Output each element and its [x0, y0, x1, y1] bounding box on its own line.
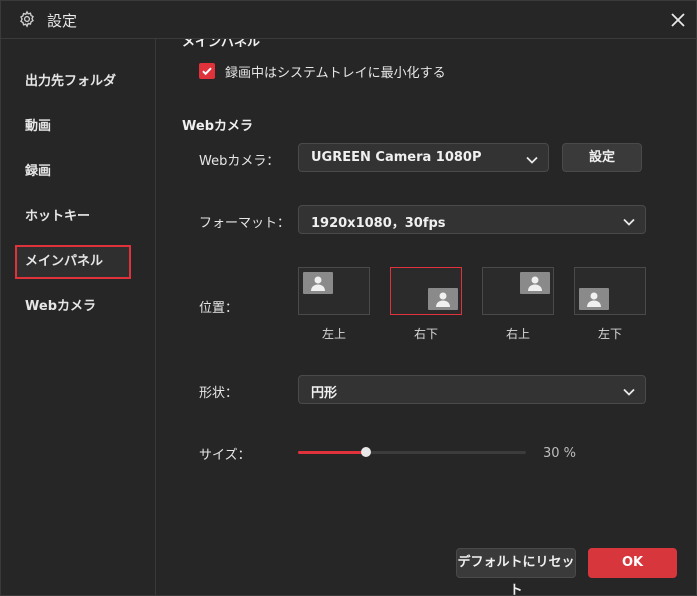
ok-button[interactable]: OK [588, 548, 677, 578]
size-slider-fill [298, 451, 366, 454]
format-label: フォーマット： [199, 216, 291, 231]
sidebar-item-webcam[interactable]: Webカメラ [15, 290, 131, 324]
settings-window: 設定 出力先フォルダ 動画 録画 ホットキー メインパネル Webカメラ メイン… [0, 0, 697, 596]
sidebar: 出力先フォルダ 動画 録画 ホットキー メインパネル Webカメラ [1, 39, 156, 595]
gear-icon [18, 10, 36, 28]
minimize-checkbox-label[interactable]: 録画中はシステムトレイに最小化する [225, 62, 446, 81]
shape-select-value: 円形 [311, 386, 338, 401]
size-value: 30 % [543, 446, 577, 461]
size-label: サイズ： [199, 448, 251, 463]
sidebar-item-video[interactable]: 動画 [15, 110, 131, 144]
person-icon [579, 288, 609, 310]
shape-select[interactable]: 円形 [298, 375, 646, 404]
webcam-settings-button[interactable]: 設定 [562, 143, 642, 172]
position-bottom-left[interactable] [574, 267, 646, 315]
position-label: 位置： [199, 301, 239, 316]
size-slider[interactable] [298, 451, 526, 454]
window-title: 設定 [47, 12, 78, 30]
sidebar-item-output-folder[interactable]: 出力先フォルダ [15, 65, 131, 99]
webcam-select-value: UGREEN Camera 1080P [311, 150, 482, 165]
sidebar-item-recording[interactable]: 録画 [15, 155, 131, 189]
close-icon[interactable] [665, 7, 691, 33]
chevron-down-icon [623, 385, 635, 400]
position-top-left[interactable] [298, 267, 370, 315]
person-icon [303, 272, 333, 294]
chevron-down-icon [526, 153, 538, 168]
webcam-label: Webカメラ： [199, 154, 280, 169]
sidebar-item-main-panel[interactable]: メインパネル [15, 245, 131, 279]
main-panel-heading: メインパネル [182, 39, 261, 50]
position-top-right-label: 右上 [505, 327, 530, 341]
position-bottom-left-label: 左下 [597, 327, 622, 341]
position-top-right[interactable] [482, 267, 554, 315]
shape-label: 形状： [199, 386, 239, 401]
position-bottom-right-label: 右下 [413, 327, 438, 341]
position-bottom-right[interactable] [390, 267, 462, 315]
minimize-checkbox[interactable] [199, 63, 215, 79]
title-bar: 設定 [1, 1, 696, 39]
chevron-down-icon [623, 215, 635, 230]
webcam-select[interactable]: UGREEN Camera 1080P [298, 143, 549, 172]
size-slider-thumb[interactable] [361, 447, 371, 457]
person-icon [520, 272, 550, 294]
position-top-left-label: 左上 [321, 327, 346, 341]
settings-content: メインパネル 録画中はシステムトレイに最小化する Webカメラ Webカメラ： … [157, 39, 696, 595]
person-icon [428, 288, 458, 310]
format-select-value: 1920x1080，30fps [311, 216, 446, 231]
format-select[interactable]: 1920x1080，30fps [298, 205, 646, 234]
sidebar-item-hotkey[interactable]: ホットキー [15, 200, 131, 234]
reset-defaults-button[interactable]: デフォルトにリセット [456, 548, 576, 595]
webcam-heading: Webカメラ [182, 119, 253, 134]
